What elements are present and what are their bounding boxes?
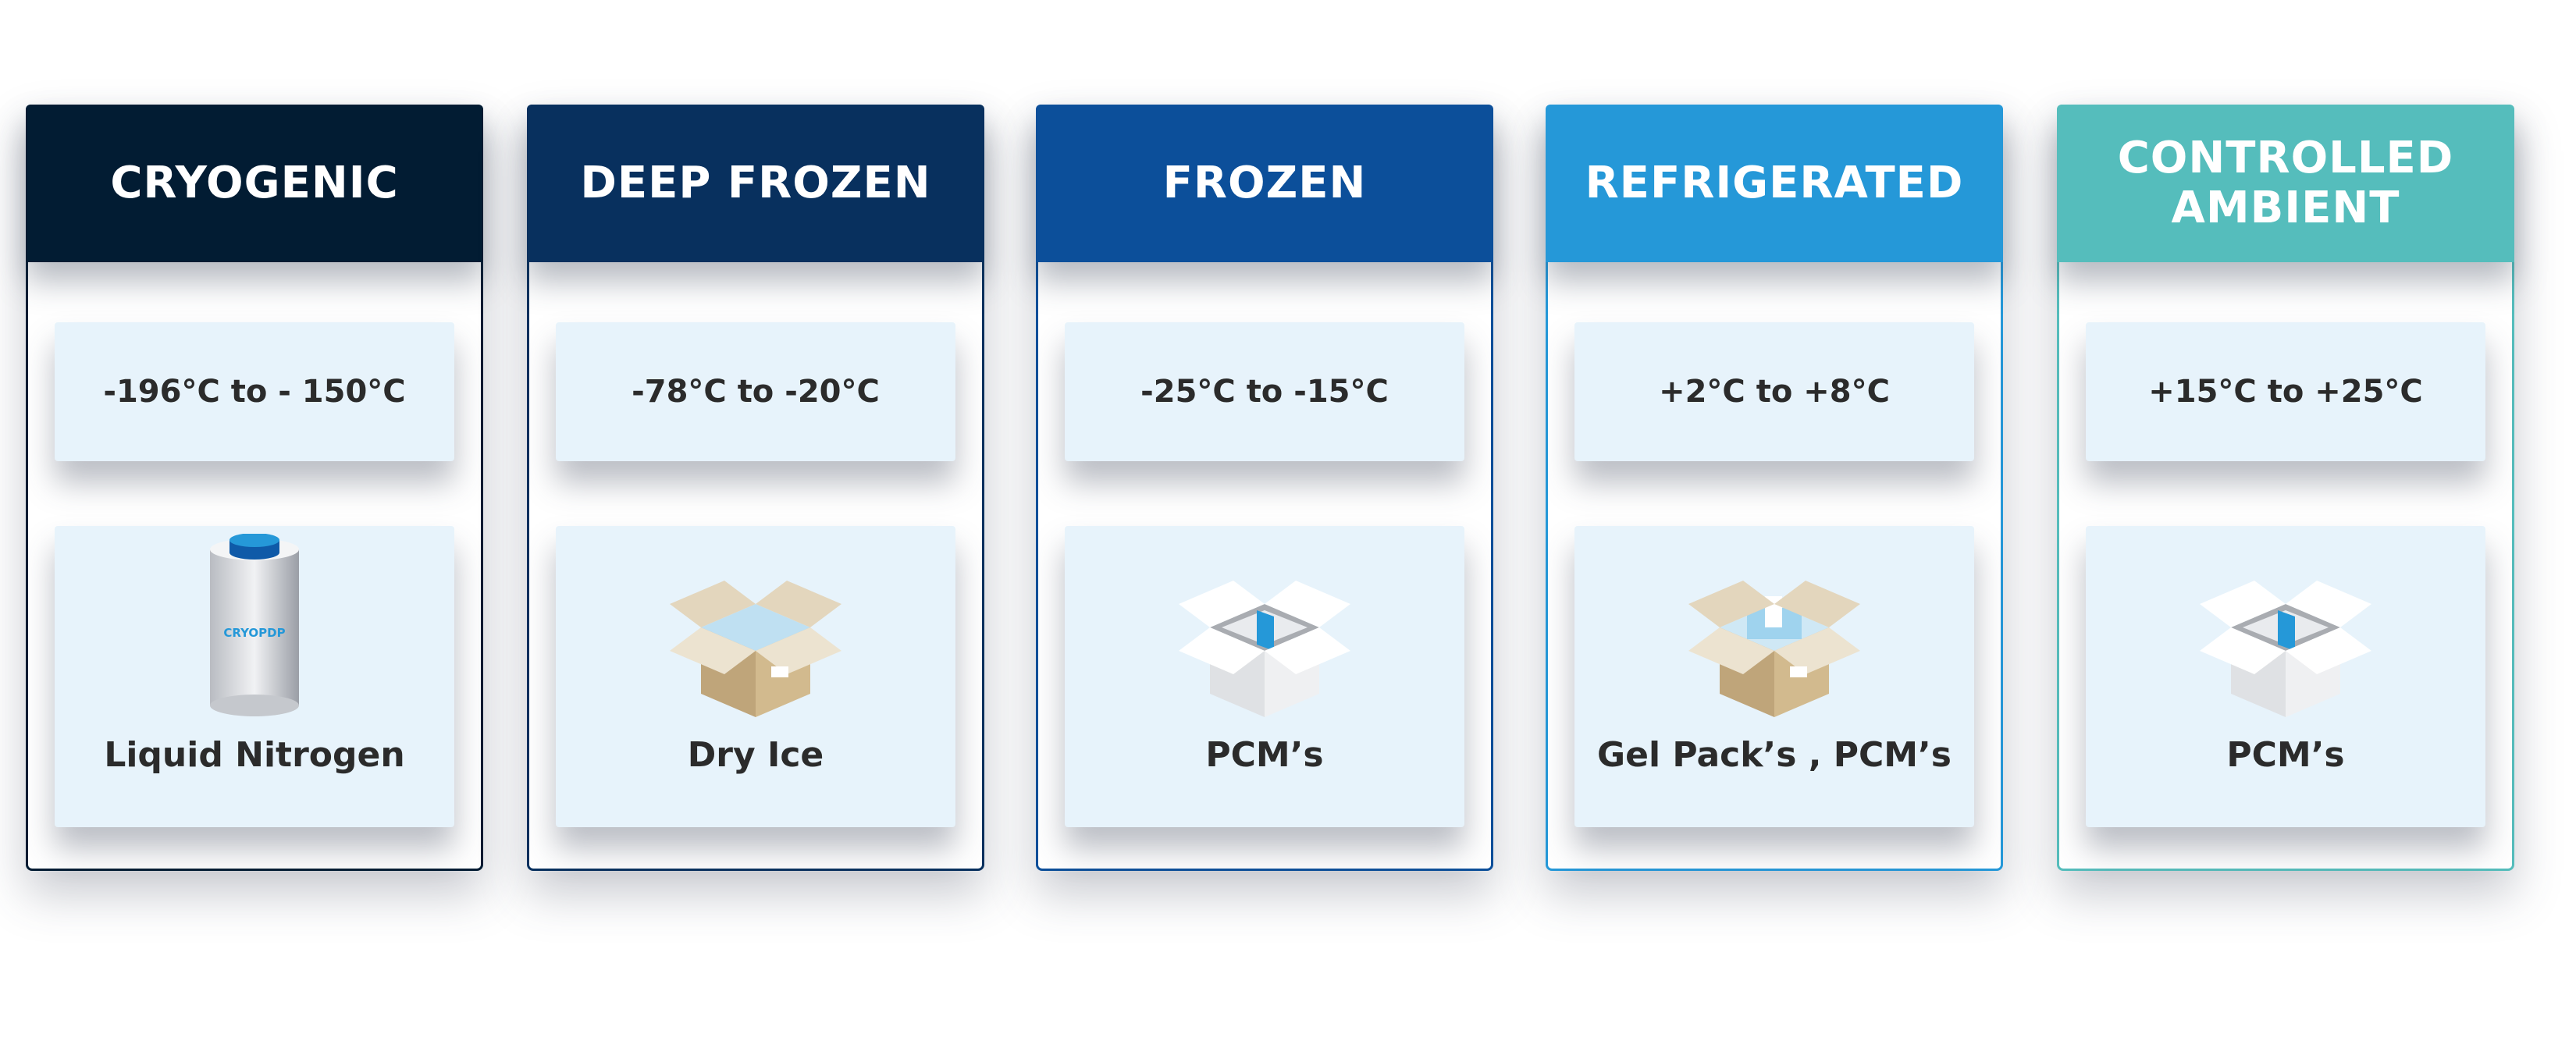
card-title: FROZEN [1162,158,1367,208]
temperature-range: -196°C to - 150°C [55,322,454,461]
medium-box: Dry Ice [556,526,955,827]
card-title: CONTROLLED AMBIENT [2117,133,2454,233]
medium-label: Liquid Nitrogen [104,735,405,775]
card-header: FROZEN [1036,105,1493,262]
nitrogen-dewar-icon: CRYOPDP [153,533,356,721]
card-header: CRYOGENIC [26,105,483,262]
temperature-range: +2°C to +8°C [1574,322,1974,461]
medium-box: Gel Pack’s , PCM’s [1574,526,1974,827]
temperature-range: -25°C to -15°C [1065,322,1464,461]
gel-pack-box-icon [1673,534,1876,721]
medium-label: Gel Pack’s , PCM’s [1597,735,1952,775]
white-box-icon [1163,534,1366,721]
svg-text:CRYOPDP: CRYOPDP [223,626,285,640]
card-refrigerated: REFRIGERATED +2°C to +8°C Gel Pack’s , P… [1546,105,2003,871]
medium-box: PCM’s [1065,526,1464,827]
card-title: CRYOGENIC [110,158,399,208]
card-title: DEEP FROZEN [580,158,931,208]
white-box-icon [2184,534,2387,721]
card-frozen: FROZEN -25°C to -15°C PCM’s [1036,105,1493,871]
card-header: CONTROLLED AMBIENT [2057,105,2514,262]
card-deep-frozen: DEEP FROZEN -78°C to -20°C Dry Ice [527,105,984,871]
card-cryogenic: CRYOGENIC -196°C to - 150°C CRYOPDP Liqu… [26,105,483,871]
dry-ice-box-icon [654,534,857,721]
medium-label: Dry Ice [687,735,824,775]
medium-label: PCM’s [2226,735,2345,775]
card-title: REFRIGERATED [1585,158,1964,208]
temperature-range: +15°C to +25°C [2086,322,2485,461]
card-header: DEEP FROZEN [527,105,984,262]
temperature-range: -78°C to -20°C [556,322,955,461]
medium-box: PCM’s [2086,526,2485,827]
medium-box: CRYOPDP Liquid Nitrogen [55,526,454,827]
card-header: REFRIGERATED [1546,105,2003,262]
card-controlled-ambient: CONTROLLED AMBIENT +15°C to +25°C PCM’s [2057,105,2514,871]
medium-label: PCM’s [1205,735,1324,775]
